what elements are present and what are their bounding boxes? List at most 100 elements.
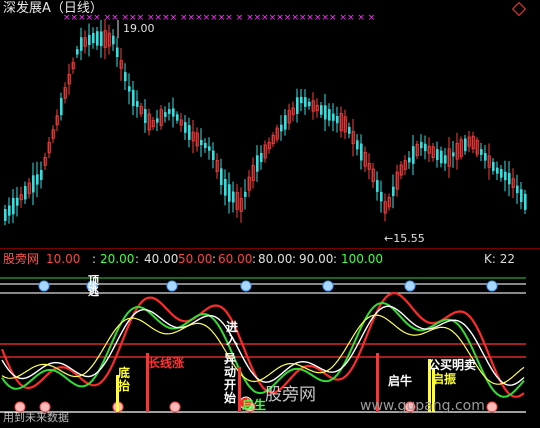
candle-body (36, 174, 39, 185)
candle-body (132, 89, 135, 107)
candle-body (204, 143, 207, 148)
candle-body (444, 155, 447, 164)
candle-body (116, 47, 119, 57)
candle-body (200, 139, 203, 146)
candle-body (172, 108, 175, 117)
candle-body (32, 175, 35, 193)
candle-body (256, 155, 259, 172)
candle-body (524, 193, 527, 210)
k-value-label: K: 22 (484, 252, 515, 266)
level-sep: : (252, 252, 257, 266)
candle-body (392, 186, 395, 196)
candle-body (300, 96, 303, 104)
level-label: 40.00 (144, 252, 179, 266)
candle-body (436, 149, 439, 161)
price-chart-pane[interactable]: 深发展A（日线） ××××× ×× ××× ×××× ××××××× × ×××… (0, 0, 540, 248)
candle-body (136, 101, 139, 107)
level-sep: : (135, 252, 140, 266)
signal-enter: 进入 (226, 320, 239, 347)
candle-body (324, 105, 327, 120)
signal-bottom-lift: 底抬 (118, 366, 131, 393)
candle-body (164, 112, 167, 117)
candle-body (348, 126, 351, 134)
candle-body (16, 197, 19, 206)
candle-body (144, 109, 147, 123)
candle-body (168, 109, 171, 114)
candle-body (504, 171, 507, 181)
candle-body (100, 31, 103, 47)
footer-note: 用到未来数据 (3, 411, 69, 424)
marker-ball-blue (486, 280, 498, 292)
marker-ball-blue (240, 280, 252, 292)
candle-body (88, 34, 91, 46)
candle-body (80, 37, 83, 51)
candle-body (128, 86, 131, 92)
candle-body (516, 185, 519, 194)
signal-long-rise: 长线涨 (148, 356, 185, 370)
candle-body (260, 152, 263, 163)
candle-body (508, 173, 511, 185)
signal-abnormal-start: 异动开始 (224, 352, 237, 405)
candle-body (280, 124, 283, 132)
signal-top-escape: 顶逃 (88, 274, 99, 298)
candle-body (228, 184, 231, 202)
candle-body (308, 101, 311, 107)
candle-body (520, 189, 523, 202)
candle-body (60, 98, 63, 116)
candle-body (452, 152, 455, 157)
indicator-name: 股旁网 (3, 252, 40, 266)
candle-body (220, 168, 223, 185)
signal-start-shake: 启振 (432, 372, 457, 386)
candle-body (440, 150, 443, 164)
candle-body (492, 161, 495, 171)
level-sep: : (92, 252, 97, 266)
candle-body (124, 72, 127, 82)
candle-body (496, 167, 499, 174)
candlestick-chart (4, 19, 527, 226)
candle-body (284, 115, 287, 130)
level-label: 20.00 (100, 252, 135, 266)
candle-body (8, 205, 11, 216)
signal-bar (238, 367, 241, 412)
marker-ball-blue (404, 280, 416, 292)
signal-marks-row: ××××× ×× ××× ×××× ××××××× × ××××××××××××… (63, 13, 376, 23)
level-label: 10.00 (46, 252, 81, 266)
marker-ball-red (169, 401, 181, 413)
candle-body (4, 209, 7, 221)
candle-body (184, 122, 187, 133)
low-price-label: ←15.55 (384, 232, 425, 245)
candle-body (212, 150, 215, 160)
signal-open-buy: 公买明卖 (428, 358, 477, 372)
candle-body (188, 125, 191, 140)
candle-body (232, 191, 235, 203)
candle-body (296, 97, 299, 114)
watermark-url: www.gupang.com (360, 398, 485, 414)
candle-body (224, 178, 227, 196)
candle-body (336, 115, 339, 124)
candle-body (332, 113, 335, 121)
candle-body (304, 97, 307, 107)
signal-start: 启生 (242, 398, 267, 412)
candle-body (360, 143, 363, 161)
candle-body (112, 35, 115, 45)
candle-body (412, 146, 415, 164)
candle-body (500, 169, 503, 178)
level-sep: : (333, 252, 338, 266)
candle-body (244, 191, 247, 197)
level-label: 60.00 (218, 252, 253, 266)
marker-ball-red (486, 401, 498, 413)
candle-body (328, 109, 331, 121)
candle-body (40, 170, 43, 180)
level-label: 100.00 (341, 252, 383, 266)
candle-body (484, 153, 487, 161)
level-label: 90.00 (299, 252, 334, 266)
indicator-pane[interactable]: 股旁网 10.00 : 20.00 : 40.00 50.00 : 60.00 … (0, 248, 540, 428)
candle-body (380, 191, 383, 202)
candle-body (320, 105, 323, 115)
high-price-label: 19.00 (123, 22, 155, 35)
candle-body (464, 138, 467, 152)
level-sep: : (212, 252, 217, 266)
marker-ball-blue (322, 280, 334, 292)
watermark-text: 股旁网 (265, 385, 316, 405)
candle-body (96, 31, 99, 46)
